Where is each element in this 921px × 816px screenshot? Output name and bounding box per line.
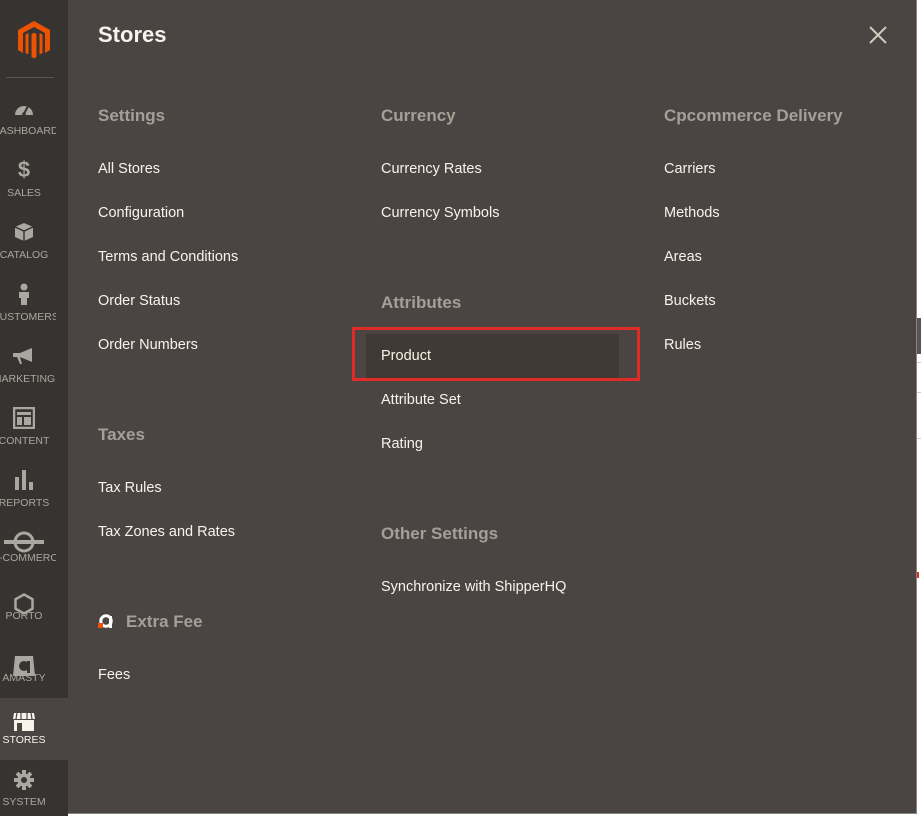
nav-item-catalog[interactable]: CATALOG xyxy=(0,212,68,274)
group-title-other-settings: Other Settings xyxy=(381,524,499,543)
nav-item-label: CUSTOMERS xyxy=(0,311,56,323)
panel-title: Stores xyxy=(98,22,167,47)
menu-link-tax-rules[interactable]: Tax Rules xyxy=(98,480,162,496)
person-icon xyxy=(12,282,36,306)
logo-divider xyxy=(6,77,54,78)
nav-item-content[interactable]: CONTENT xyxy=(0,398,68,460)
menu-link-currency-symbols[interactable]: Currency Symbols xyxy=(381,205,499,221)
nav-item-label: CATALOG xyxy=(0,249,49,261)
nav-item-marketing[interactable]: MARKETING xyxy=(0,336,68,398)
menu-link-fees[interactable]: Fees xyxy=(98,667,130,683)
group-title-settings: Settings xyxy=(98,106,166,125)
close-icon xyxy=(869,26,887,44)
menu-link-methods[interactable]: Methods xyxy=(664,205,720,221)
menu-link-carriers[interactable]: Carriers xyxy=(664,161,716,177)
menu-link-synchronize-with-shipperhq[interactable]: Synchronize with ShipperHQ xyxy=(381,579,566,595)
ecommerce-icon xyxy=(4,530,44,554)
storefront-icon xyxy=(12,710,36,734)
nav-item-label: DASHBOARD xyxy=(0,125,56,137)
menu-link-tax-zones-and-rates[interactable]: Tax Zones and Rates xyxy=(98,524,235,540)
nav-item-label: MARKETING xyxy=(0,373,56,385)
group-title-attributes: Attributes xyxy=(381,293,462,312)
layout-icon xyxy=(12,406,36,430)
nav-item-reports[interactable]: REPORTS xyxy=(0,460,68,522)
menu-link-terms-and-conditions[interactable]: Terms and Conditions xyxy=(98,249,238,265)
menu-link-order-status[interactable]: Order Status xyxy=(98,293,180,309)
nav-item-dashboard[interactable]: DASHBOARD xyxy=(0,88,68,150)
menu-link-order-numbers[interactable]: Order Numbers xyxy=(98,337,198,353)
menu-link-product[interactable]: Product xyxy=(381,348,431,364)
nav-item-label: CONTENT xyxy=(0,435,50,447)
nav-item-label: STORES xyxy=(2,734,46,746)
box-icon xyxy=(12,220,36,244)
nav-item-label: PORTO xyxy=(5,610,43,622)
stores-menu-panel: Stores Settings All Stores Configuration… xyxy=(68,0,917,814)
admin-sidebar: DASHBOARD $ SALES CATALOG CUSTOMERS MARK… xyxy=(0,0,68,816)
nav-item-customers[interactable]: CUSTOMERS xyxy=(0,274,68,336)
menu-link-buckets[interactable]: Buckets xyxy=(664,293,716,309)
menu-link-rules[interactable]: Rules xyxy=(664,337,701,353)
menu-link-areas[interactable]: Areas xyxy=(664,249,702,265)
menu-link-all-stores[interactable]: All Stores xyxy=(98,161,160,177)
nav-item-label: REPORTS xyxy=(0,497,50,509)
group-title-currency: Currency xyxy=(381,106,456,125)
group-title-taxes: Taxes xyxy=(98,425,145,444)
dollar-icon: $ xyxy=(17,157,31,182)
background-page xyxy=(917,0,921,816)
close-button[interactable] xyxy=(867,24,889,46)
nav-item-label: SYSTEM xyxy=(2,796,46,808)
nav-item-sales[interactable]: $ SALES xyxy=(0,150,68,212)
nav-item-porto[interactable]: PORTO xyxy=(0,584,68,646)
nav-item-stores[interactable]: STORES xyxy=(0,698,68,760)
dashboard-icon xyxy=(12,96,36,120)
nav-item-e-commerce[interactable]: E-COMMERCE xyxy=(0,522,68,584)
bar-chart-icon xyxy=(12,468,36,492)
group-title-cpcommerce-delivery: Cpcommerce Delivery xyxy=(664,106,843,125)
menu-link-configuration[interactable]: Configuration xyxy=(98,205,184,221)
nav-item-system[interactable]: SYSTEM xyxy=(0,760,68,816)
nav-item-label: SALES xyxy=(7,187,41,199)
magento-logo-icon[interactable] xyxy=(0,0,68,78)
menu-link-rating[interactable]: Rating xyxy=(381,436,423,452)
gear-icon xyxy=(12,768,36,792)
nav-item-label: AMASTY xyxy=(2,672,46,684)
megaphone-icon xyxy=(12,344,36,368)
amasty-logo-icon xyxy=(98,613,114,629)
menu-link-currency-rates[interactable]: Currency Rates xyxy=(381,161,482,177)
nav-item-label: E-COMMERCE xyxy=(0,552,56,564)
group-title-extra-fee: Extra Fee xyxy=(126,612,203,631)
menu-link-attribute-set[interactable]: Attribute Set xyxy=(381,392,461,408)
